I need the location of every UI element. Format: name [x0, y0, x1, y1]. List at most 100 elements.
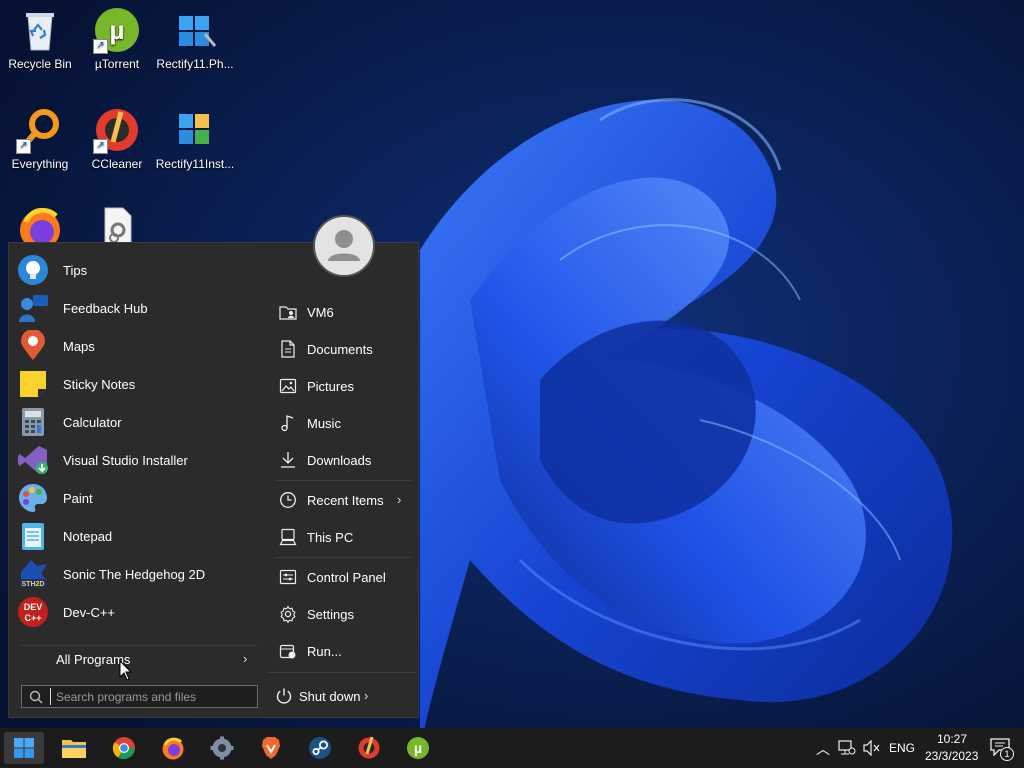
clock-time[interactable]: 10:27 [937, 732, 967, 746]
program-label: Visual Studio Installer [63, 452, 188, 468]
notepad-icon [17, 520, 49, 552]
program-item-feedback-hub[interactable]: Feedback Hub [17, 289, 257, 327]
place-label: Run... [307, 643, 342, 659]
taskbar-app-file-explorer[interactable] [54, 732, 94, 764]
program-label: Feedback Hub [63, 300, 148, 316]
desktop-icon-rectify11-ph[interactable]: Rectify11.Ph... [155, 6, 235, 71]
place-item-pictures[interactable]: Pictures [275, 368, 415, 404]
program-item-paint[interactable]: Paint [17, 479, 257, 517]
firefox-icon [162, 737, 184, 760]
show-hidden-icons-chevron-icon[interactable]: ︿ [816, 739, 830, 759]
place-item-settings[interactable]: Settings [275, 596, 415, 632]
language-indicator[interactable]: ENG [889, 741, 915, 755]
sonic-icon: STH2D [17, 558, 49, 590]
taskbar-app-settings[interactable] [202, 732, 242, 764]
shortcut-arrow-icon: ↗ [16, 139, 31, 154]
place-item-documents[interactable]: Documents [275, 331, 415, 367]
desktop-icon-label: Recycle Bin [8, 57, 72, 71]
place-label: Control Panel [307, 569, 386, 585]
taskbar-app-brave[interactable] [251, 732, 291, 764]
program-item-calculator[interactable]: Calculator [17, 403, 257, 441]
place-item-recent-items[interactable]: Recent Items [275, 482, 415, 518]
gear-icon [280, 605, 296, 623]
program-item-sonic[interactable]: STH2D Sonic The Hedgehog 2D [17, 555, 257, 593]
place-item-this-pc[interactable]: This PC [275, 519, 415, 555]
place-label: Recent Items [307, 492, 384, 508]
place-label: Downloads [307, 452, 372, 468]
program-label: Calculator [63, 414, 122, 430]
place-item-control-panel[interactable]: Control Panel [275, 559, 415, 595]
desktop-icon-ccleaner[interactable]: ↗ CCleaner [77, 106, 157, 171]
ccleaner-icon [358, 736, 380, 759]
shortcut-arrow-icon: ↗ [93, 39, 108, 54]
desktop-icon-utorrent[interactable]: µ ↗ µTorrent [77, 6, 157, 71]
svg-text:µ: µ [110, 15, 125, 45]
mouse-cursor-icon [119, 660, 133, 681]
program-label: Paint [63, 490, 93, 506]
search-icon [29, 690, 43, 704]
music-note-icon [281, 415, 294, 432]
desktop-icon-everything[interactable]: ↗ Everything [0, 106, 80, 171]
taskbar-app-steam[interactable] [300, 732, 340, 764]
search-box[interactable] [21, 685, 258, 708]
shutdown-label: Shut down [299, 688, 361, 704]
download-arrow-icon [281, 452, 295, 468]
program-label: Notepad [63, 528, 113, 544]
volume-muted-icon[interactable] [863, 740, 881, 756]
brave-icon [262, 737, 280, 759]
shutdown-options-chevron-icon[interactable]: › [364, 688, 368, 703]
picture-icon [279, 378, 297, 394]
svg-text:µ: µ [414, 740, 422, 756]
user-silhouette-icon [315, 217, 373, 275]
recycle-bin-icon [16, 6, 64, 54]
program-item-maps[interactable]: Maps [17, 327, 257, 365]
program-item-tips[interactable]: Tips [17, 251, 257, 289]
chevron-right-icon: › [397, 492, 402, 507]
network-icon[interactable] [838, 740, 856, 756]
taskbar-app-ccleaner[interactable] [349, 732, 389, 764]
divider [275, 557, 411, 558]
place-item-music[interactable]: Music [275, 405, 415, 441]
place-item-run[interactable]: Run... [275, 633, 415, 669]
all-programs-button[interactable]: All Programs [56, 640, 256, 678]
shortcut-arrow-icon: ↗ [93, 139, 108, 154]
desktop-icon-label: Rectify11.Ph... [156, 57, 234, 71]
start-button[interactable] [4, 732, 44, 764]
desktop-icon-label: Everything [11, 157, 69, 171]
document-icon [281, 340, 295, 358]
search-input[interactable] [50, 688, 256, 705]
program-item-sticky-notes[interactable]: Sticky Notes [17, 365, 257, 403]
rectify11-installer-icon [171, 106, 219, 154]
program-label: Dev-C++ [63, 604, 116, 620]
clock-icon [280, 492, 296, 508]
visual-studio-icon [17, 444, 49, 476]
program-item-devcpp[interactable]: DEV C++ Dev-C++ [17, 593, 257, 631]
divider [267, 672, 417, 673]
taskbar-app-firefox[interactable] [153, 732, 193, 764]
notification-center-button[interactable]: 1 [990, 736, 1016, 761]
taskbar-app-utorrent[interactable]: µ [398, 732, 438, 764]
place-item-vm6[interactable]: VM6 [275, 294, 415, 330]
map-pin-icon [17, 329, 49, 362]
place-label: Documents [307, 341, 373, 357]
program-item-notepad[interactable]: Notepad [17, 517, 257, 555]
taskbar-app-chrome[interactable] [104, 732, 144, 764]
ccleaner-icon: ↗ [93, 106, 141, 154]
calculator-icon [17, 406, 49, 438]
devcpp-icon: DEV C++ [17, 596, 49, 628]
control-panel-icon [279, 569, 297, 585]
desktop-icon-recycle-bin[interactable]: Recycle Bin [0, 6, 80, 71]
svg-text:C++: C++ [24, 613, 41, 623]
divider [275, 480, 411, 481]
place-label: Settings [307, 606, 354, 622]
user-avatar[interactable] [313, 215, 375, 277]
clock-date[interactable]: 23/3/2023 [925, 749, 978, 763]
settings-gear-icon [210, 736, 234, 760]
notification-count-badge: 1 [1000, 747, 1014, 761]
utorrent-icon: µ [407, 737, 429, 759]
program-item-visual-studio-installer[interactable]: Visual Studio Installer [17, 441, 257, 479]
place-item-downloads[interactable]: Downloads [275, 442, 415, 478]
place-label: Music [307, 415, 341, 431]
desktop-icon-label: µTorrent [94, 57, 140, 71]
desktop-icon-rectify11-installer[interactable]: Rectify11Inst... [155, 106, 235, 171]
